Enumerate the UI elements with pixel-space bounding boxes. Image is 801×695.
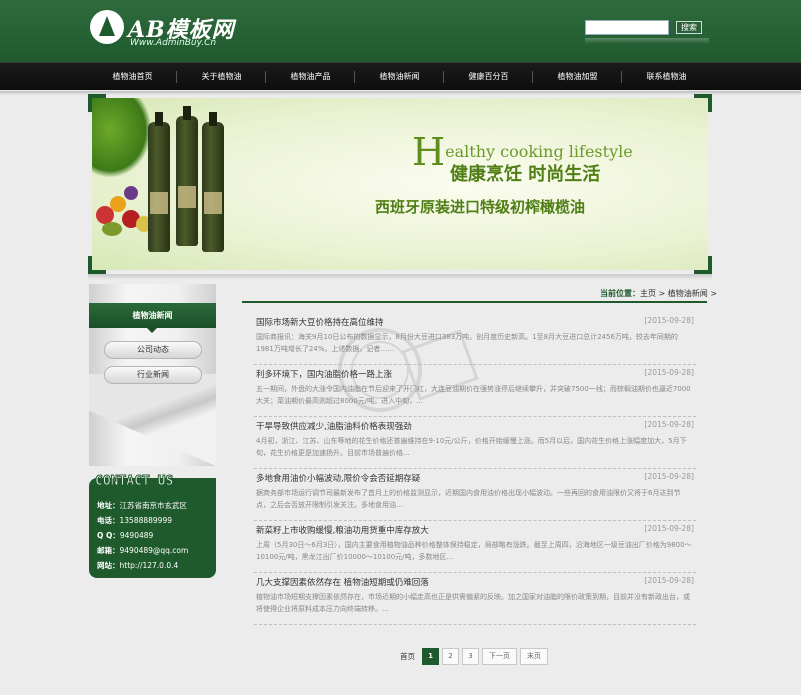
sidebar-item-industry-news[interactable]: 行业新闻 (104, 366, 202, 384)
logo-mark-icon (90, 10, 124, 44)
breadcrumb-divider (242, 301, 707, 303)
page-1-button[interactable]: 1 (422, 648, 439, 665)
page-2-button[interactable]: 2 (442, 648, 459, 665)
nav-item-products[interactable]: 植物油产品 (266, 63, 355, 91)
contact-address: 地址：江苏省南京市玄武区 (97, 501, 187, 510)
news-title-link[interactable]: 几大支撑因素依然存在 植物油短期或仍难回落 (256, 576, 429, 588)
last-page-button[interactable]: 末页 (520, 648, 548, 665)
sidebar: 植物油新闻 公司动态 行业新闻 (89, 284, 216, 466)
nav-item-health[interactable]: 健康百分百 (444, 63, 533, 91)
news-summary: 上周（5月30日～6月3日），国内主要食用植物油品种价格整体保持稳定，局部略有涨… (256, 541, 692, 561)
contact-email: 邮箱：9490489@qq.com (97, 546, 189, 555)
search-reflection (585, 38, 709, 44)
list-item: 利多环境下，国内油脂价格一路上涨 [2015-09-28] 五一期间，外盘的大涨… (254, 365, 696, 417)
breadcrumb-current-link[interactable]: 植物油新闻 (668, 289, 708, 298)
nav-item-home[interactable]: 植物油首页 (88, 63, 177, 91)
contact-qq: Q Q：9490489 (97, 531, 154, 540)
nav-item-news[interactable]: 植物油新闻 (355, 63, 444, 91)
list-item: 多地食用油价小幅波动,限价令会否延期存疑 [2015-09-28] 据商务部市场… (254, 469, 696, 521)
contact-website: 网站：http://127.0.0.4 (97, 561, 179, 570)
news-date: [2015-09-28] (644, 576, 694, 585)
pagination-first[interactable]: 首页 (400, 651, 415, 662)
news-title-link[interactable]: 多地食用油价小幅波动,限价令会否延期存疑 (256, 472, 420, 484)
nav-item-about[interactable]: 关于植物油 (177, 63, 266, 91)
news-date: [2015-09-28] (644, 368, 694, 377)
sidebar-heading: 植物油新闻 (89, 303, 216, 333)
main-nav: 植物油首页 关于植物油 植物油产品 植物油新闻 健康百分百 植物油加盟 联系植物… (0, 62, 801, 90)
list-item: 国际市场新大豆价格持在高位维持 [2015-09-28] 国际商报讯：海关9月1… (254, 313, 696, 365)
news-title-link[interactable]: 利多环境下，国内油脂价格一路上涨 (256, 368, 392, 380)
news-list: 国际市场新大豆价格持在高位维持 [2015-09-28] 国际商报讯：海关9月1… (254, 313, 696, 625)
news-summary: 国际商报讯：海关9月10日公布的数据显示，8月份大豆进口383万吨，创月度历史新… (256, 333, 678, 353)
contact-phone: 电话：13588889999 (97, 516, 172, 525)
page-3-button[interactable]: 3 (462, 648, 479, 665)
news-title-link[interactable]: 新菜籽上市收购缓慢,粮油功用货重中库存放大 (256, 524, 429, 536)
breadcrumb-prefix: 当前位置： (600, 289, 640, 298)
contact-title: CONTACT US (94, 474, 174, 490)
nav-item-join[interactable]: 植物油加盟 (533, 63, 622, 91)
news-summary: 植物油市场短期支撑因素依然存在，市场近期的小幅走高也正是供需偏紧的反映。加之国家… (256, 593, 690, 613)
news-summary: 4月初，浙江、江苏、山东等地的花生价格还普遍维持在9-10元/公斤，价格开始缓慢… (256, 437, 687, 457)
search-button[interactable]: 搜索 (676, 21, 702, 34)
contact-panel: CONTACT US 地址：江苏省南京市玄武区 电话：13588889999 Q… (89, 474, 216, 578)
breadcrumb: 当前位置：主页 > 植物油新闻 > (600, 289, 718, 298)
news-date: [2015-09-28] (644, 472, 694, 481)
list-item: 新菜籽上市收购缓慢,粮油功用货重中库存放大 [2015-09-28] 上周（5月… (254, 521, 696, 573)
banner-frame (88, 94, 712, 274)
banner-shadow (88, 274, 712, 280)
news-date: [2015-09-28] (644, 316, 694, 325)
next-page-button[interactable]: 下一页 (482, 648, 517, 665)
news-summary: 据商务部市场运行调节司最新发布了首月上的价格监测显示，近期国内食用油价格出现小幅… (256, 489, 681, 509)
header: AB模板网 Www.AdminBuy.Cn 搜索 (0, 0, 801, 62)
news-title-link[interactable]: 干旱导致供应减少,油脂油料价格表现强劲 (256, 420, 412, 432)
news-summary: 五一期间，外盘的大涨令国内油脂在节后迎来了开门红，大连豆油期价在强势涨停后继续攀… (256, 385, 691, 405)
pagination: 首页 1 2 3 下一页 末页 (400, 648, 548, 665)
nav-item-contact[interactable]: 联系植物油 (622, 63, 711, 91)
sidebar-fold-decoration (89, 374, 216, 466)
breadcrumb-home-link[interactable]: 主页 (640, 289, 656, 298)
sidebar-item-company-news[interactable]: 公司动态 (104, 341, 202, 359)
news-date: [2015-09-28] (644, 524, 694, 533)
search-input[interactable] (585, 20, 669, 35)
list-item: 几大支撑因素依然存在 植物油短期或仍难回落 [2015-09-28] 植物油市场… (254, 573, 696, 625)
list-item: 干旱导致供应减少,油脂油料价格表现强劲 [2015-09-28] 4月初，浙江、… (254, 417, 696, 469)
site-logo[interactable]: AB模板网 Www.AdminBuy.Cn (90, 10, 290, 54)
news-title-link[interactable]: 国际市场新大豆价格持在高位维持 (256, 316, 384, 328)
logo-url: Www.AdminBuy.Cn (130, 38, 217, 48)
news-date: [2015-09-28] (644, 420, 694, 429)
